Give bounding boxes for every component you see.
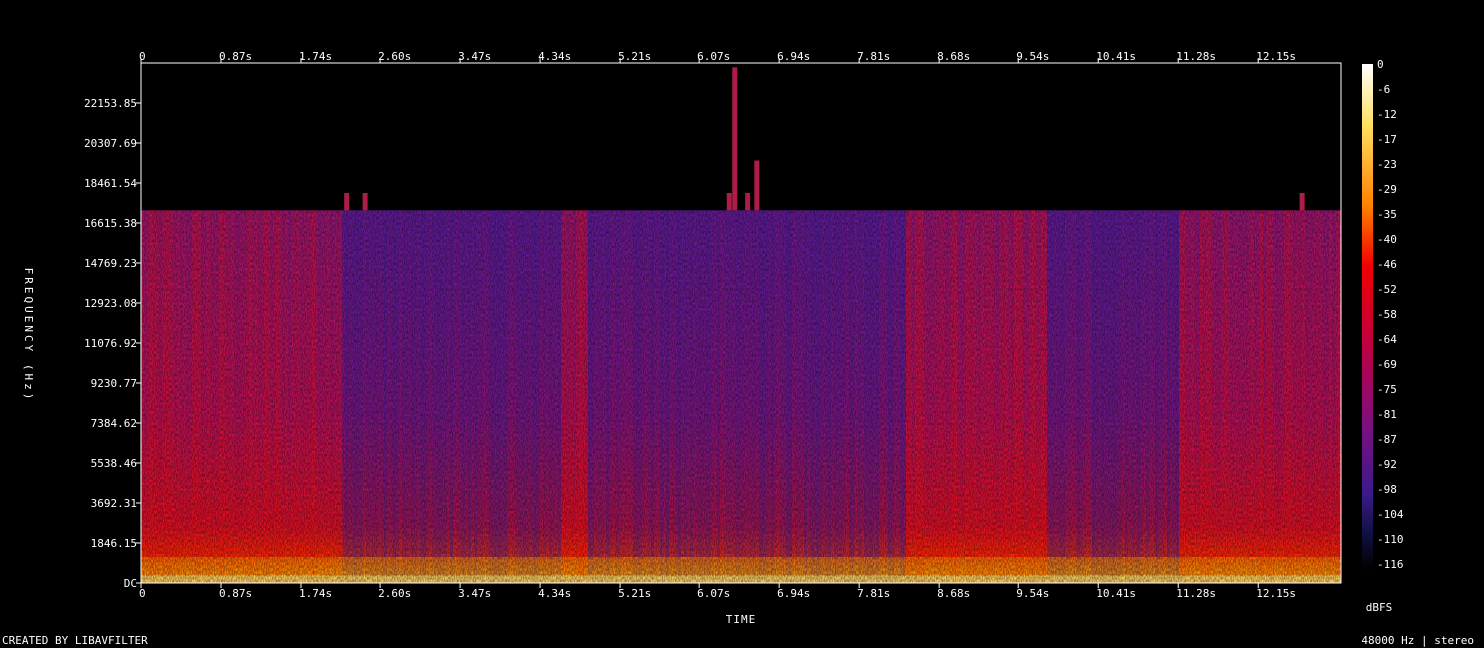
colorbar-tick-label: -104	[1377, 508, 1404, 521]
x-tick-label-bottom: 12.15s	[1256, 587, 1296, 600]
x-tick-label-top: 6.07s	[697, 50, 730, 63]
spectrogram-transient	[745, 193, 751, 211]
spectrogram-texture	[141, 210, 1341, 583]
x-tick-label-top: 2.60s	[378, 50, 411, 63]
colorbar-tick-label: -58	[1377, 308, 1397, 321]
x-tick-label-bottom: 5.21s	[618, 587, 651, 600]
x-tick-label-top: 3.47s	[458, 50, 491, 63]
y-tick-label: 22153.85	[84, 97, 137, 110]
x-tick-label-top: 9.54s	[1016, 50, 1049, 63]
x-axis-label: TIME	[726, 613, 757, 626]
spectrogram-transient	[1299, 193, 1305, 211]
footer-audio-info: 48000 Hz | stereo	[1361, 634, 1474, 647]
x-tick-label-top: 8.68s	[937, 50, 970, 63]
colorbar-tick-label: 0	[1377, 58, 1384, 71]
x-tick-label-bottom: 11.28s	[1176, 587, 1216, 600]
colorbar-tick-label: -75	[1377, 383, 1397, 396]
colorbar	[1362, 64, 1373, 570]
y-axis: DC 1846.15 3692.31 5538.46 7384.62 9230.77 110…	[84, 97, 141, 590]
colorbar-tick-label: -17	[1377, 133, 1397, 146]
y-tick-label: 14769.23	[84, 257, 137, 270]
x-tick-label-bottom: 10.41s	[1096, 587, 1136, 600]
spectrogram-figure: 0 0.87s 1.74s 2.60s 3.47s 4.34s 5.21s 6.07s 6.94…	[2, 50, 1474, 647]
colorbar-tick-label: -64	[1377, 333, 1397, 346]
colorbar-tick-label: -87	[1377, 433, 1397, 446]
x-tick-label-top: 11.28s	[1176, 50, 1216, 63]
x-tick-label-bottom: 0.87s	[219, 587, 252, 600]
x-tick-label-top: 1.74s	[299, 50, 332, 63]
colorbar-tick-label: -12	[1377, 108, 1397, 121]
x-tick-label-top: 0	[139, 50, 146, 63]
x-tick-label-bottom: 0	[139, 587, 146, 600]
spectrogram-transient	[754, 160, 760, 211]
x-tick-label-bottom: 6.94s	[777, 587, 810, 600]
colorbar-tick-label: -6	[1377, 83, 1390, 96]
colorbar-tick-label: -81	[1377, 408, 1397, 421]
x-tick-label-bottom: 8.68s	[937, 587, 970, 600]
spectrogram-plot-area	[141, 63, 1341, 583]
x-tick-label-bottom: 3.47s	[458, 587, 491, 600]
footer-created-by: CREATED BY LIBAVFILTER	[2, 634, 148, 647]
x-tick-label-bottom: 4.34s	[538, 587, 571, 600]
x-tick-label-top: 6.94s	[777, 50, 810, 63]
x-tick-label-bottom: 9.54s	[1016, 587, 1049, 600]
colorbar-tick-label: -35	[1377, 208, 1397, 221]
colorbar-tick-label: -46	[1377, 258, 1397, 271]
x-tick-label-bottom: 1.74s	[299, 587, 332, 600]
y-tick-label: DC	[124, 577, 137, 590]
y-tick-label: 18461.54	[84, 177, 137, 190]
colorbar-tick-label: -52	[1377, 283, 1397, 296]
x-tick-label-top: 0.87s	[219, 50, 252, 63]
colorbar-tick-label: -110	[1377, 533, 1404, 546]
colorbar-tick-label: -98	[1377, 483, 1397, 496]
y-tick-label: 11076.92	[84, 337, 137, 350]
colorbar-tick-label: -29	[1377, 183, 1397, 196]
x-tick-label-bottom: 7.81s	[857, 587, 890, 600]
x-axis-bottom: 0 0.87s 1.74s 2.60s 3.47s 4.34s 5.21s 6.07s 6.94…	[139, 583, 1296, 600]
x-tick-label-top: 7.81s	[857, 50, 890, 63]
colorbar-tick-label: -23	[1377, 158, 1397, 171]
spectrogram-transient	[726, 193, 732, 211]
spectrogram-transient	[732, 67, 738, 211]
y-tick-label: 5538.46	[91, 457, 137, 470]
x-tick-label-top: 4.34s	[538, 50, 571, 63]
x-tick-label-bottom: 2.60s	[378, 587, 411, 600]
spectrogram-transient	[344, 193, 350, 211]
colorbar-tick-label: -116	[1377, 558, 1404, 571]
colorbar-tick-label: -92	[1377, 458, 1397, 471]
spectrogram-transient	[362, 193, 368, 211]
colorbar-label: dBFS	[1366, 601, 1393, 614]
x-tick-label-bottom: 6.07s	[697, 587, 730, 600]
y-tick-label: 16615.38	[84, 217, 137, 230]
x-tick-label-top: 5.21s	[618, 50, 651, 63]
y-tick-label: 9230.77	[91, 377, 137, 390]
y-tick-label: 3692.31	[91, 497, 137, 510]
y-axis-label: FREQUENCY (Hz)	[22, 268, 35, 403]
colorbar-tick-label: -69	[1377, 358, 1397, 371]
x-axis-top: 0 0.87s 1.74s 2.60s 3.47s 4.34s 5.21s 6.07s 6.94…	[139, 50, 1296, 63]
y-tick-label: 20307.69	[84, 137, 137, 150]
colorbar-tick-label: -40	[1377, 233, 1397, 246]
colorbar-ticks: 0 -6 -12 -17 -23 -29 -35 -40 -46 -52 -58 -64 -69 -75 -…	[1377, 58, 1404, 571]
x-tick-label-top: 10.41s	[1096, 50, 1136, 63]
y-tick-label: 1846.15	[91, 537, 137, 550]
x-tick-label-top: 12.15s	[1256, 50, 1296, 63]
y-tick-label: 12923.08	[84, 297, 137, 310]
y-tick-label: 7384.62	[91, 417, 137, 430]
